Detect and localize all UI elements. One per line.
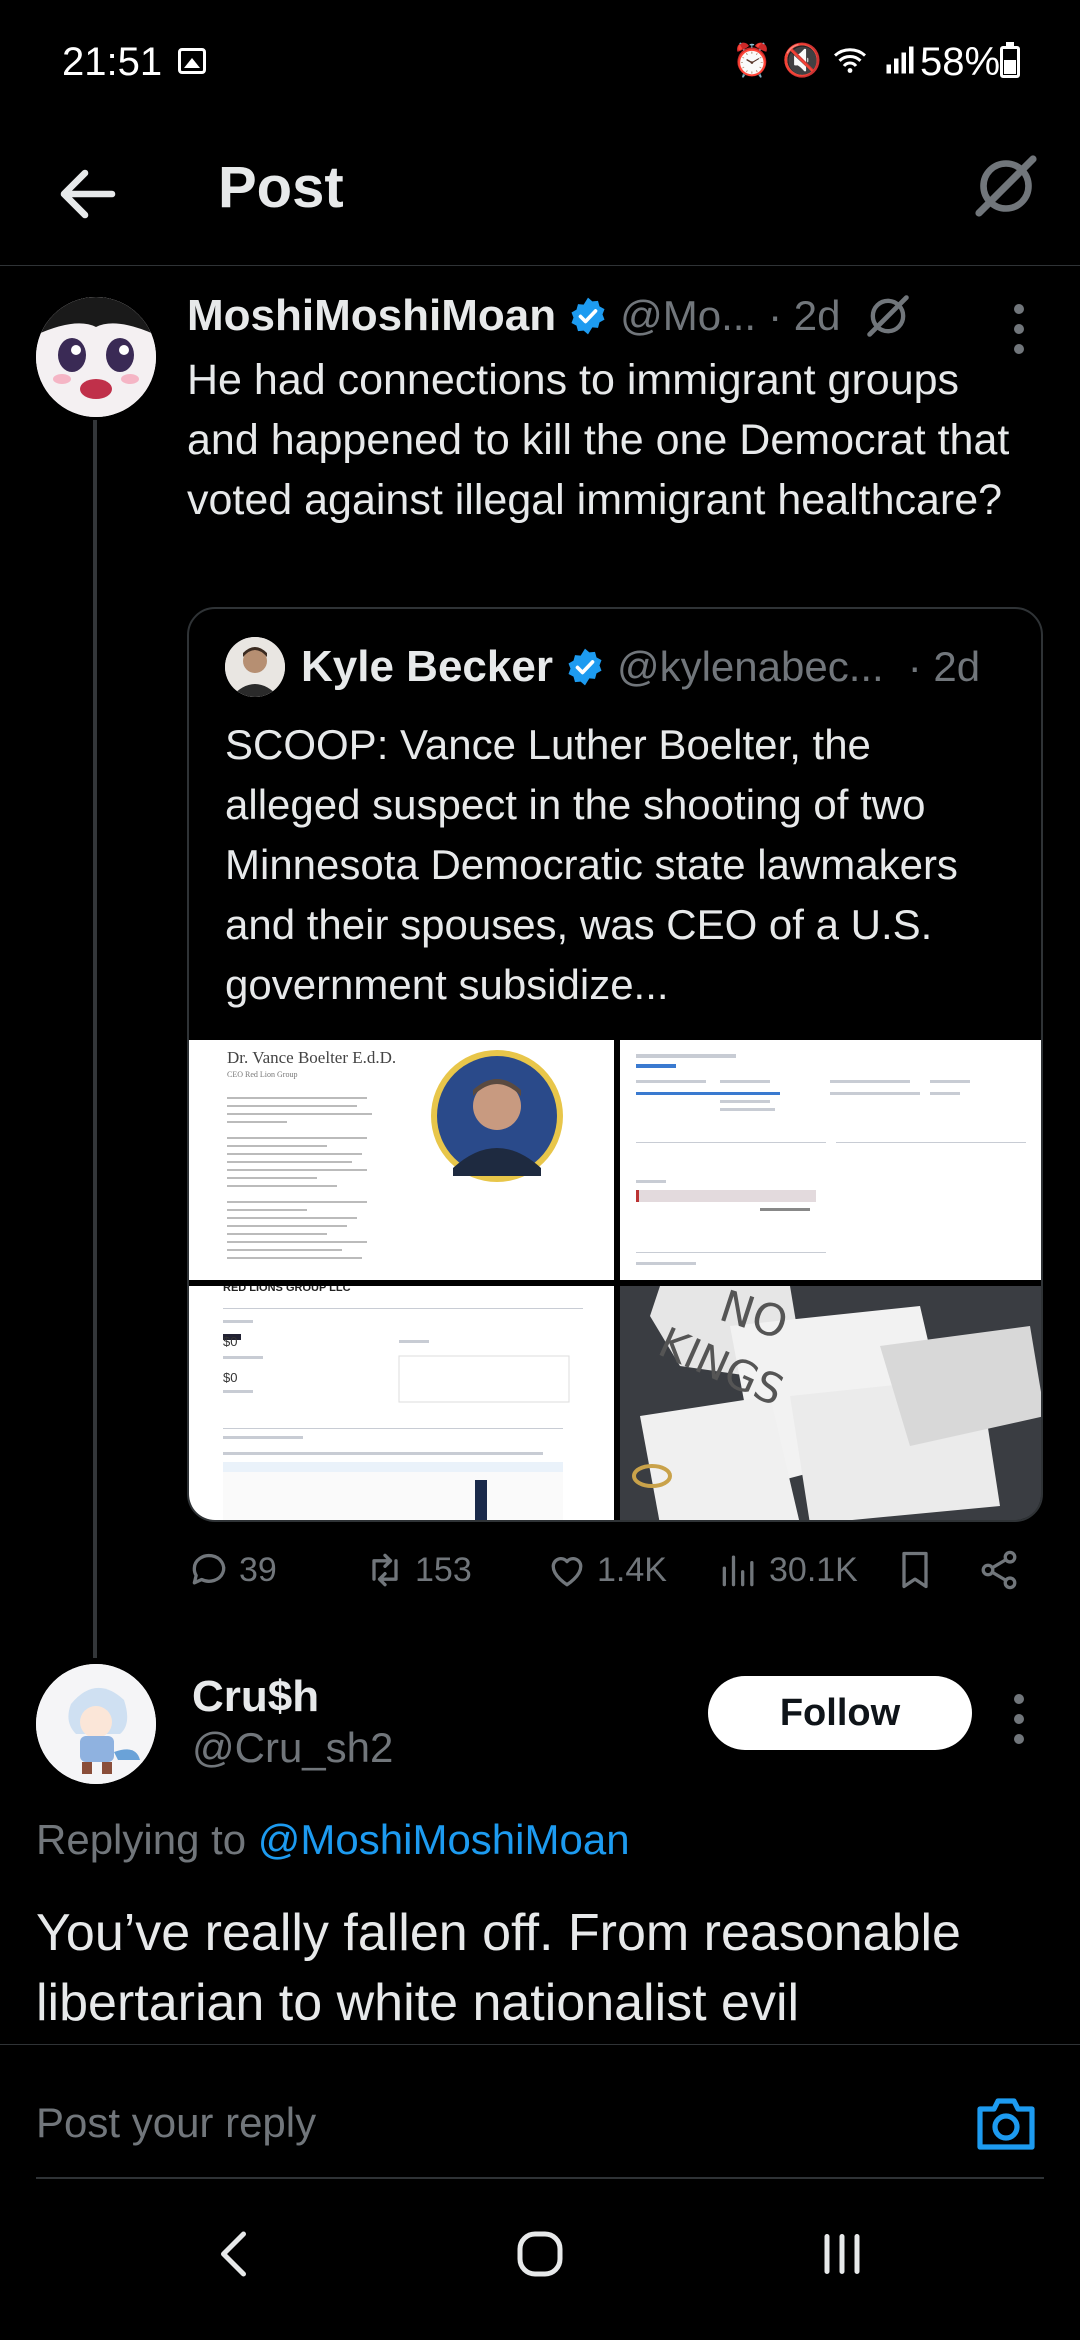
repost-button[interactable]: 153 (363, 1548, 472, 1592)
quoted-post-header: Kyle Becker @kylenabec... · 2d (225, 637, 980, 697)
author-handle[interactable]: @Mo... (620, 292, 756, 340)
more-options-icon[interactable] (1014, 304, 1026, 354)
views-chart-icon (722, 1555, 754, 1587)
media-image-4[interactable]: NO KINGS (620, 1286, 1041, 1520)
media-image-3[interactable]: RED LIONS GROUP LLC $0 $0 (189, 1286, 614, 1520)
alarm-icon: ⏰ (732, 42, 772, 78)
like-count: 1.4K (597, 1550, 667, 1589)
camera-icon[interactable] (974, 2095, 1038, 2151)
replying-to-link[interactable]: @MoshiMoshiMoan (258, 1816, 630, 1863)
signal-icon (882, 42, 918, 78)
grok-icon[interactable] (862, 290, 914, 342)
bookmark-button[interactable] (893, 1548, 937, 1592)
share-icon (981, 1550, 1017, 1590)
panel-title: RED LIONS GROUP LLC (223, 1286, 351, 1294)
reply-author-name[interactable]: Cru$h (192, 1672, 319, 1722)
quoted-post-text: SCOOP: Vance Luther Boelter, the alleged… (225, 721, 958, 1008)
avatar (225, 637, 285, 697)
amount-1: $0 (223, 1334, 238, 1349)
status-bar: 21:51 ⏰ 🔇 58% (0, 0, 1080, 130)
thread-line (93, 420, 97, 1658)
nav-home-icon[interactable] (510, 2224, 570, 2284)
action-bar: 39 153 1.4K 30.1K (187, 1548, 1037, 1604)
reply-text: You’ve really fallen off. From reasonabl… (36, 1904, 961, 2032)
quoted-post[interactable]: Kyle Becker @kylenabec... · 2d SCOOP: Va… (187, 607, 1043, 1522)
avatar[interactable] (36, 1664, 156, 1784)
post-time: · 2d (768, 292, 841, 339)
nav-back-icon[interactable] (206, 2224, 266, 2284)
gallery-icon (178, 48, 206, 74)
reply-button[interactable]: 39 (187, 1548, 277, 1592)
author-name[interactable]: MoshiMoshiMoan (187, 291, 556, 341)
top-app-bar: Post (0, 130, 1080, 266)
doc-title: Dr. Vance Boelter E.d.D. (227, 1048, 397, 1067)
replying-to: Replying to @MoshiMoshiMoan (36, 1816, 630, 1864)
reply-composer: Post your reply (0, 2044, 1080, 2184)
follow-button[interactable]: Follow (708, 1676, 972, 1750)
reply-author-handle[interactable]: @Cru_sh2 (192, 1724, 393, 1772)
form-screenshot (636, 1054, 1026, 1265)
media-grid: Dr. Vance Boelter E.d.D. CEO Red Lion Gr… (189, 1040, 1041, 1520)
reply-count: 39 (239, 1550, 277, 1589)
reply-input[interactable]: Post your reply (36, 2099, 316, 2147)
doc-text-lines (227, 1097, 372, 1259)
verified-badge-icon (571, 297, 605, 335)
bookmark-icon (902, 1551, 928, 1589)
battery-percent: 58% (920, 40, 1001, 84)
media-image-1[interactable]: Dr. Vance Boelter E.d.D. CEO Red Lion Gr… (189, 1040, 614, 1280)
doc-subtitle: CEO Red Lion Group (227, 1070, 298, 1079)
battery-icon (1000, 42, 1020, 78)
verified-badge-icon (568, 648, 602, 686)
nav-recents-icon[interactable] (812, 2224, 872, 2284)
share-button[interactable] (977, 1548, 1021, 1592)
reply-icon (192, 1553, 226, 1585)
reply-header: Cru$h @Cru_sh2 Follow (36, 1664, 1046, 1788)
post-text: He had connections to immigrant groups a… (187, 356, 1010, 524)
back-arrow-icon[interactable] (52, 158, 124, 230)
replying-prefix: Replying to (36, 1816, 247, 1863)
post-header: MoshiMoshiMoan @Mo... · 2d (187, 286, 914, 346)
system-nav-bar (0, 2184, 1080, 2340)
repost-icon (372, 1553, 398, 1587)
heart-icon (551, 1557, 583, 1587)
quoted-post-time: · 2d (907, 643, 981, 690)
quoted-author-name: Kyle Becker (301, 642, 553, 691)
status-time: 21:51 (62, 40, 163, 84)
views-count: 30.1K (769, 1550, 858, 1589)
panel-screenshot (223, 1308, 583, 1520)
composer-divider (36, 2177, 1044, 2179)
like-button[interactable]: 1.4K (545, 1548, 667, 1592)
repost-count: 153 (415, 1550, 472, 1589)
amount-2: $0 (223, 1370, 238, 1385)
avatar[interactable] (36, 297, 156, 417)
papers-photo (620, 1286, 1041, 1520)
media-image-2[interactable] (620, 1040, 1041, 1280)
more-options-icon[interactable] (1014, 1694, 1026, 1744)
portrait-photo (431, 1050, 563, 1182)
grok-icon[interactable] (970, 150, 1042, 222)
wifi-icon (832, 42, 868, 78)
page-title: Post (218, 155, 344, 220)
system-icons: ⏰ 🔇 (732, 42, 918, 78)
views-button[interactable]: 30.1K (717, 1548, 858, 1592)
mute-icon: 🔇 (782, 42, 822, 78)
quoted-author-handle: @kylenabec... (616, 643, 884, 690)
